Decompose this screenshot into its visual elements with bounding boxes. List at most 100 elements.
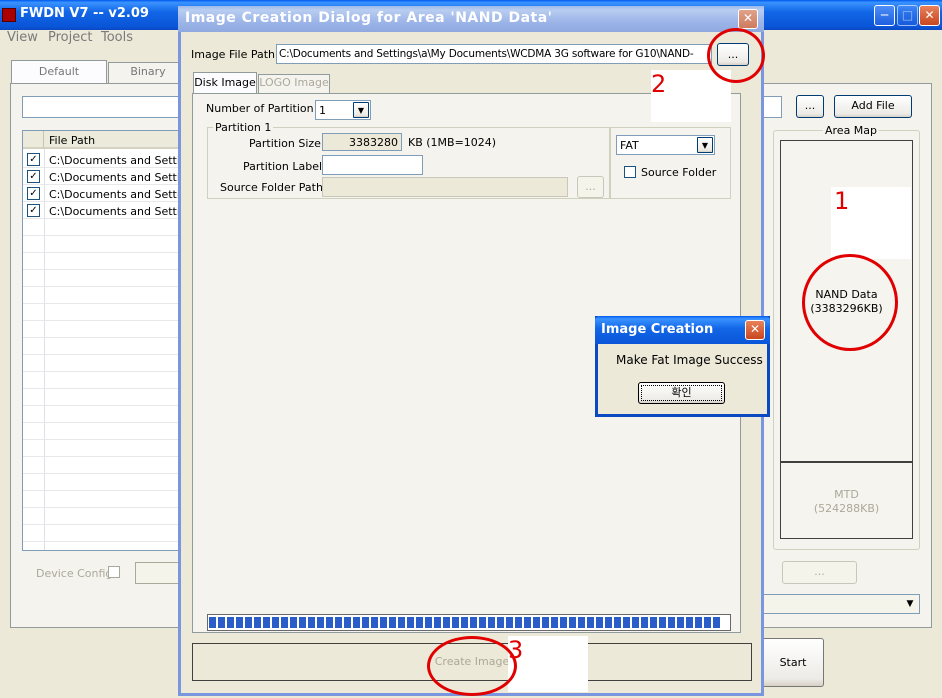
menu-project[interactable]: Project [48, 30, 92, 45]
progress-segment [398, 617, 405, 628]
row-path: C:\Documents and Setting [49, 188, 194, 201]
progress-segment [470, 617, 477, 628]
progress-segment [560, 617, 567, 628]
progress-segment [434, 617, 441, 628]
file-rows: ✓ C:\Documents and Setting ✓ C:\Document… [23, 152, 194, 220]
progress-segment [461, 617, 468, 628]
area-ellipsis-button[interactable]: ... [782, 561, 857, 584]
tab-logo-image[interactable]: LOGO Image [258, 74, 330, 94]
source-folder-check-label: Source Folder [641, 166, 717, 179]
area-select[interactable]: ▼ [762, 594, 920, 614]
image-file-path-input[interactable]: C:\Documents and Settings\a\My Documents… [276, 44, 712, 64]
partition-size-label: Partition Size [249, 137, 321, 150]
progress-segment [524, 617, 531, 628]
file-path-input[interactable] [22, 96, 182, 118]
partition-size-field: 3383280 [322, 133, 402, 151]
tab-default[interactable]: Default [11, 60, 107, 84]
chevron-down-icon[interactable]: ▼ [697, 137, 713, 153]
progress-segment [614, 617, 621, 628]
annotation-circle-3 [427, 636, 517, 696]
progress-segment [317, 617, 324, 628]
maximize-icon[interactable]: □ [897, 5, 918, 26]
main-window-title: FWDN V7 -- v2.09 [20, 6, 149, 21]
progress-segment [227, 617, 234, 628]
source-folder-browse-button[interactable]: ... [577, 176, 604, 198]
progress-segment [254, 617, 261, 628]
progress-segment [704, 617, 711, 628]
browse-button[interactable]: ... [796, 95, 824, 118]
row-checkbox[interactable]: ✓ [27, 170, 40, 183]
progress-bar [207, 614, 731, 631]
progress-segment [668, 617, 675, 628]
progress-segment [389, 617, 396, 628]
progress-segment [479, 617, 486, 628]
dialog-title-bar: Image Creation Dialog for Area 'NAND Dat… [178, 6, 764, 32]
close-icon[interactable]: ✕ [919, 5, 940, 26]
row-path: C:\Documents and Setting [49, 205, 194, 218]
dialog-close-icon[interactable]: ✕ [738, 9, 758, 29]
minimize-icon[interactable]: ─ [874, 5, 895, 26]
row-checkbox[interactable]: ✓ [27, 187, 40, 200]
annotation-number-2: 2 [651, 70, 667, 98]
progress-segment [263, 617, 270, 628]
progress-segment [209, 617, 216, 628]
progress-segment [236, 617, 243, 628]
progress-segment [632, 617, 639, 628]
progress-segment [488, 617, 495, 628]
number-of-partition-select[interactable]: 1 ▼ [315, 100, 371, 120]
row-checkbox[interactable]: ✓ [27, 153, 40, 166]
table-row[interactable]: ✓ C:\Documents and Setting [23, 169, 194, 186]
message-box-close-icon[interactable]: ✕ [745, 320, 765, 340]
progress-segment [542, 617, 549, 628]
area-mtd[interactable]: MTD (524288KB) [780, 462, 913, 539]
progress-segment [569, 617, 576, 628]
file-list-header: File Path [23, 131, 181, 149]
filesystem-select[interactable]: FAT ▼ [616, 135, 715, 155]
app-icon [2, 8, 16, 22]
progress-segment [425, 617, 432, 628]
number-of-partition-value: 1 [319, 104, 326, 117]
source-folder-checkbox[interactable] [624, 166, 636, 178]
row-path: C:\Documents and Setting [49, 171, 194, 184]
progress-segment [713, 617, 720, 628]
source-folder-path-input[interactable] [322, 177, 568, 197]
partition-label-label: Partition Label [243, 160, 323, 173]
message-text: Make Fat Image Success [616, 353, 763, 367]
progress-segment [299, 617, 306, 628]
device-config-input[interactable] [135, 562, 181, 584]
file-path-input-right[interactable] [762, 96, 782, 118]
chevron-down-icon[interactable]: ▼ [902, 596, 918, 612]
progress-segment [596, 617, 603, 628]
menu-tools[interactable]: Tools [101, 30, 133, 45]
device-config-checkbox[interactable] [108, 566, 120, 578]
add-file-button[interactable]: Add File [834, 95, 912, 118]
start-button[interactable]: Start [762, 638, 824, 687]
table-row[interactable]: ✓ C:\Documents and Setting [23, 203, 194, 220]
area-map-label: Area Map [823, 124, 880, 137]
progress-segment [353, 617, 360, 628]
progress-segment [677, 617, 684, 628]
progress-segment [416, 617, 423, 628]
message-box-title: Image Creation [601, 322, 714, 337]
progress-segment [290, 617, 297, 628]
progress-segment [335, 617, 342, 628]
tab-binary[interactable]: Binary [108, 62, 188, 84]
progress-segment [362, 617, 369, 628]
row-checkbox[interactable]: ✓ [27, 204, 40, 217]
chevron-down-icon[interactable]: ▼ [353, 102, 369, 118]
partition-label-input[interactable] [322, 155, 423, 175]
table-row[interactable]: ✓ C:\Documents and Setting [23, 186, 194, 203]
table-row[interactable]: ✓ C:\Documents and Setting [23, 152, 194, 169]
file-path-column-header[interactable]: File Path [49, 134, 95, 147]
progress-segment [497, 617, 504, 628]
progress-segment [659, 617, 666, 628]
file-list[interactable]: File Path ✓ C:\Documents and Setting ✓ C… [22, 130, 194, 551]
tab-disk-image[interactable]: Disk Image [193, 72, 257, 94]
progress-segment [551, 617, 558, 628]
menu-view[interactable]: View [7, 30, 38, 45]
ok-button[interactable]: 확인 [638, 382, 725, 404]
progress-fill [209, 617, 729, 628]
row-path: C:\Documents and Setting [49, 154, 194, 167]
progress-segment [281, 617, 288, 628]
progress-segment [605, 617, 612, 628]
